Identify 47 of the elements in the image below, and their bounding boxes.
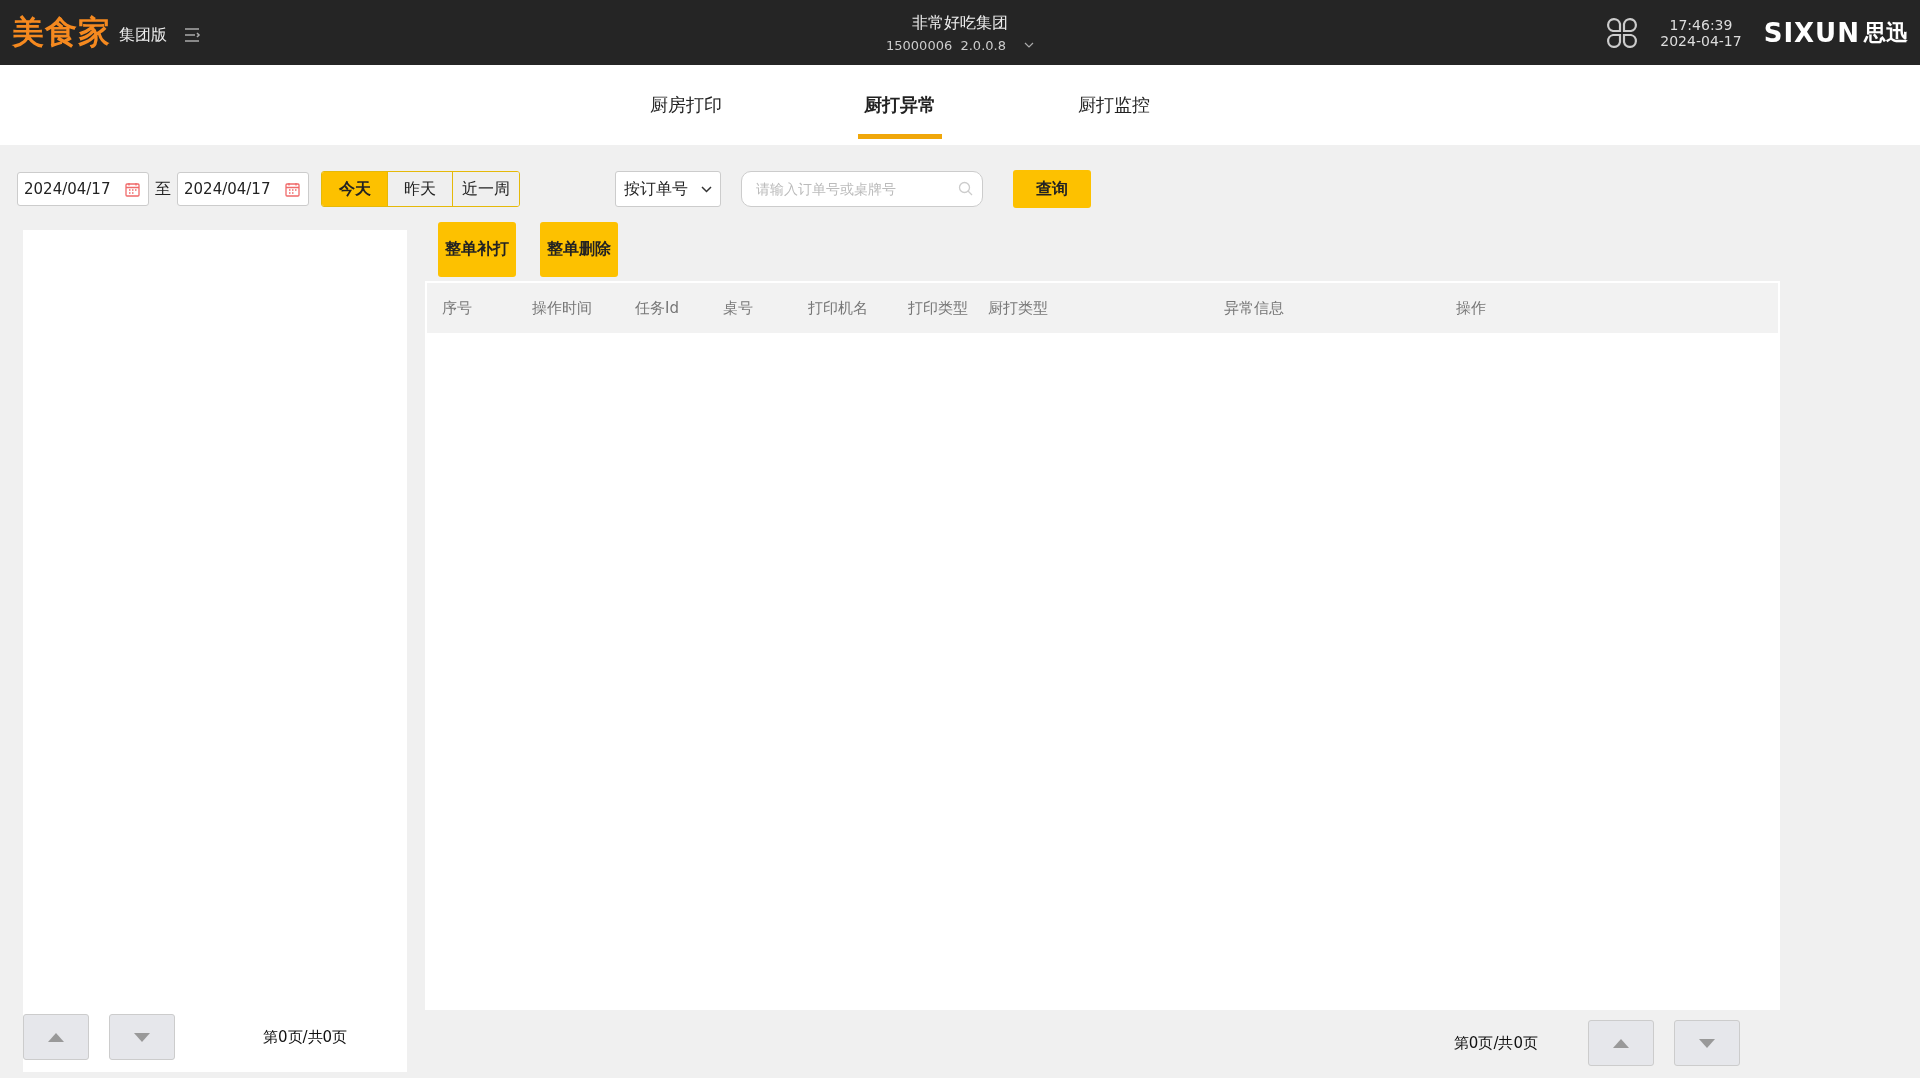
store-info: 15000006 2.0.0.8 (886, 37, 1006, 53)
start-date-field[interactable]: 2024/04/17 (17, 172, 149, 206)
chevron-down-icon (701, 185, 712, 193)
column-header: 打印机名 (808, 298, 869, 318)
menu-icon[interactable] (185, 27, 201, 42)
tab[interactable]: 厨打监控 (1072, 71, 1156, 139)
end-date-field[interactable]: 2024/04/17 (177, 172, 309, 206)
page-up-button[interactable] (23, 1014, 89, 1060)
brand-logo: SIXUN (1763, 17, 1860, 48)
column-header: 操作 (1456, 298, 1487, 318)
search-icon (958, 181, 973, 196)
page-indicator: 第0页/共0页 (1453, 1033, 1538, 1053)
date-separator: 至 (155, 178, 171, 200)
column-header: 操作时间 (532, 298, 593, 318)
chevron-down-icon[interactable] (1023, 42, 1034, 48)
column-header: 任务Id (635, 298, 680, 318)
edition-label: 集团版 (119, 25, 167, 46)
page-down-button[interactable] (1674, 1020, 1740, 1066)
column-header: 打印类型 (908, 298, 969, 318)
column-header: 桌号 (723, 298, 754, 318)
date-range-button[interactable]: 近一周 (452, 172, 519, 206)
tab[interactable]: 厨房打印 (644, 71, 728, 139)
down-arrow-icon (134, 1032, 150, 1042)
up-arrow-icon (1613, 1038, 1629, 1048)
clock-time: 17:46:39 (1669, 16, 1733, 33)
down-arrow-icon (1699, 1038, 1715, 1048)
search-field[interactable]: 请输入订单号或桌牌号 (741, 171, 983, 207)
apps-icon[interactable] (1606, 16, 1639, 49)
clock-date: 2024-04-17 (1660, 32, 1742, 49)
column-header: 异常信息 (1224, 298, 1285, 318)
up-arrow-icon (48, 1032, 64, 1042)
page-up-button[interactable] (1588, 1020, 1654, 1066)
action-button[interactable]: 整单删除 (540, 222, 618, 277)
search-type-dropdown[interactable]: 按订单号 (615, 171, 721, 207)
action-button[interactable]: 整单补打 (438, 222, 516, 277)
page-indicator: 第0页/共0页 (263, 1027, 348, 1047)
column-header: 序号 (442, 298, 473, 318)
page-down-button[interactable] (109, 1014, 175, 1060)
column-header: 厨打类型 (988, 298, 1049, 318)
calendar-icon (285, 181, 300, 197)
logo: 美食家 (12, 11, 111, 53)
group-name: 非常好吃集团 (912, 12, 1008, 34)
calendar-icon (125, 181, 140, 197)
date-range-button[interactable]: 今天 (322, 172, 387, 206)
brand-logo-chinese: 思迅 (1864, 18, 1908, 47)
query-button[interactable]: 查询 (1013, 170, 1091, 208)
tab[interactable]: 厨打异常 (858, 71, 942, 139)
